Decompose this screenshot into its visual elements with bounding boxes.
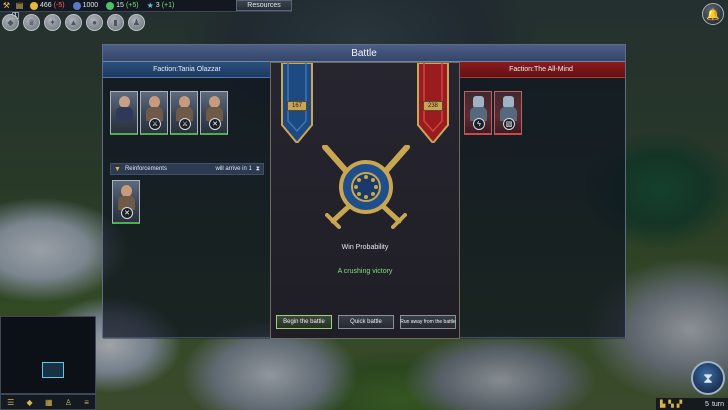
gold-icon <box>30 1 38 10</box>
science-amount: 1000 <box>82 2 99 9</box>
ally-strength: 167 <box>287 101 307 111</box>
filter-icon[interactable]: ☰ <box>7 398 14 407</box>
resource-bar: ⚒ ▤ 466 (-5) 1000 15 (+5) ★ 3 (+1) Resou… <box>0 0 292 12</box>
star-icon[interactable]: ✦ <box>44 14 61 31</box>
minimap-viewport[interactable] <box>42 362 64 378</box>
ally-hero-unit[interactable] <box>110 91 138 135</box>
striped-shield-icon: ▧ <box>503 118 515 130</box>
shield-icon[interactable]: ◆ <box>2 14 19 31</box>
army-icon[interactable]: ▮ <box>107 14 124 31</box>
codex-icon[interactable]: ▤ <box>13 0 26 12</box>
grid-icon[interactable]: ▦ <box>45 398 53 407</box>
reinforcements-label: Reinforcements <box>124 166 167 172</box>
crossed-swords-icon: ✕ <box>121 207 133 219</box>
reinforcements-arrival: will arrive in 1 <box>215 166 252 172</box>
list-icon[interactable]: ≡ <box>84 398 89 407</box>
portrait-body <box>116 107 133 121</box>
diamond-icon[interactable]: ◆ <box>27 398 33 407</box>
run-away-button[interactable]: Run away from the battle <box>400 315 456 329</box>
minimap-toolbar: ☰ ◆ ▦ ♙ ≡ <box>0 394 96 410</box>
units-icon[interactable]: ▚ <box>668 400 673 408</box>
influence-delta: (+1) <box>161 2 175 9</box>
minimap[interactable] <box>0 316 96 394</box>
turn-number: 5 <box>705 400 709 408</box>
battle-dialog: Battle Faction:Tania Olazzar ⚔ ⚔ ✕ ▼ Rei… <box>102 44 626 339</box>
bell-icon[interactable]: 🔔 <box>702 3 724 25</box>
ally-unit[interactable]: ⚔ <box>140 91 168 135</box>
ally-units: ⚔ ⚔ ✕ <box>110 91 228 135</box>
battle-center-panel: 167 238 Win Probability A crushing victo… <box>270 62 460 339</box>
battle-title: Battle <box>103 45 625 62</box>
quick-battle-button[interactable]: Quick battle <box>338 315 394 329</box>
ally-unit[interactable]: ✕ <box>200 91 228 135</box>
sword-icon: ⚔ <box>149 118 161 130</box>
hero-icon[interactable]: ♟ <box>128 14 145 31</box>
lightning-icon: ϟ <box>473 118 485 130</box>
enemy-units: ϟ ▧ <box>464 91 522 135</box>
turn-label: turn <box>711 400 724 408</box>
crossed-swords-shield-icon <box>322 145 410 229</box>
begin-battle-button[interactable]: Begin the battle <box>276 315 332 329</box>
crossed-swords-icon: ✕ <box>209 118 221 130</box>
battle-verdict: A crushing victory <box>337 268 393 275</box>
reinforcements-row[interactable]: ▼ Reinforcements will arrive in 1 ⧗ <box>110 163 264 175</box>
person-icon[interactable]: ● <box>86 14 103 31</box>
turn-bar: ▙ ▚ ▞ 5 turn <box>656 398 728 410</box>
influence-resource[interactable]: ★ 3 (+1) <box>143 0 179 12</box>
enemy-unit[interactable]: ▧ <box>494 91 522 135</box>
crown-icon[interactable]: ♛ <box>23 14 40 31</box>
win-probability-label: Win Probability <box>341 244 389 251</box>
chevron-down-icon: ▼ <box>114 165 121 173</box>
gold-amount: 466 <box>40 2 52 9</box>
growth-resource[interactable]: 15 (+5) <box>102 0 142 12</box>
hourglass-icon: ⧗ <box>703 369 713 386</box>
gold-delta: (-5) <box>53 2 65 9</box>
battle-actions: Begin the battle Quick battle Run away f… <box>276 315 456 329</box>
growth-delta: (+5) <box>125 2 139 9</box>
resources-button[interactable]: Resources <box>236 0 292 11</box>
science-resource[interactable]: 1000 <box>69 0 103 12</box>
science-icon <box>72 1 81 10</box>
growth-icon <box>106 1 115 10</box>
end-turn-button[interactable]: ⧗ <box>691 361 725 395</box>
enemy-banner: 238 <box>416 62 450 145</box>
hourglass-icon: ⧗ <box>255 165 260 172</box>
enemy-strength: 238 <box>423 101 443 111</box>
ally-unit[interactable]: ⚔ <box>170 91 198 135</box>
heroes-icon[interactable]: ▞ <box>677 400 682 408</box>
ally-banner: 167 <box>280 62 314 145</box>
enemy-panel: Faction:The All-Mind ϟ ▧ <box>457 62 625 339</box>
ally-unit[interactable]: ✕ <box>112 180 140 224</box>
tools-icon[interactable]: ⚒ <box>0 0 13 12</box>
sword-icon: ⚔ <box>179 118 191 130</box>
influence-amount: 3 <box>155 2 160 9</box>
city-icon[interactable]: ▲ <box>65 14 82 31</box>
influence-icon: ★ <box>146 1 154 10</box>
gold-resource[interactable]: 466 (-5) <box>26 0 69 12</box>
quick-actions: ◆ ♛ ✦ ▲ ● ▮ ♟ <box>2 14 145 31</box>
cities-icon[interactable]: ▙ <box>660 400 665 408</box>
ally-faction-name: Faction:Tania Olazzar <box>103 62 271 78</box>
enemy-unit[interactable]: ϟ <box>464 91 492 135</box>
enemy-faction-name: Faction:The All-Mind <box>457 62 625 78</box>
ally-panel: Faction:Tania Olazzar ⚔ ⚔ ✕ ▼ Reinforcem… <box>103 62 271 339</box>
growth-amount: 15 <box>116 2 124 9</box>
reinforcement-unit[interactable]: ✕ <box>112 180 140 224</box>
pawn-icon[interactable]: ♙ <box>65 398 72 407</box>
